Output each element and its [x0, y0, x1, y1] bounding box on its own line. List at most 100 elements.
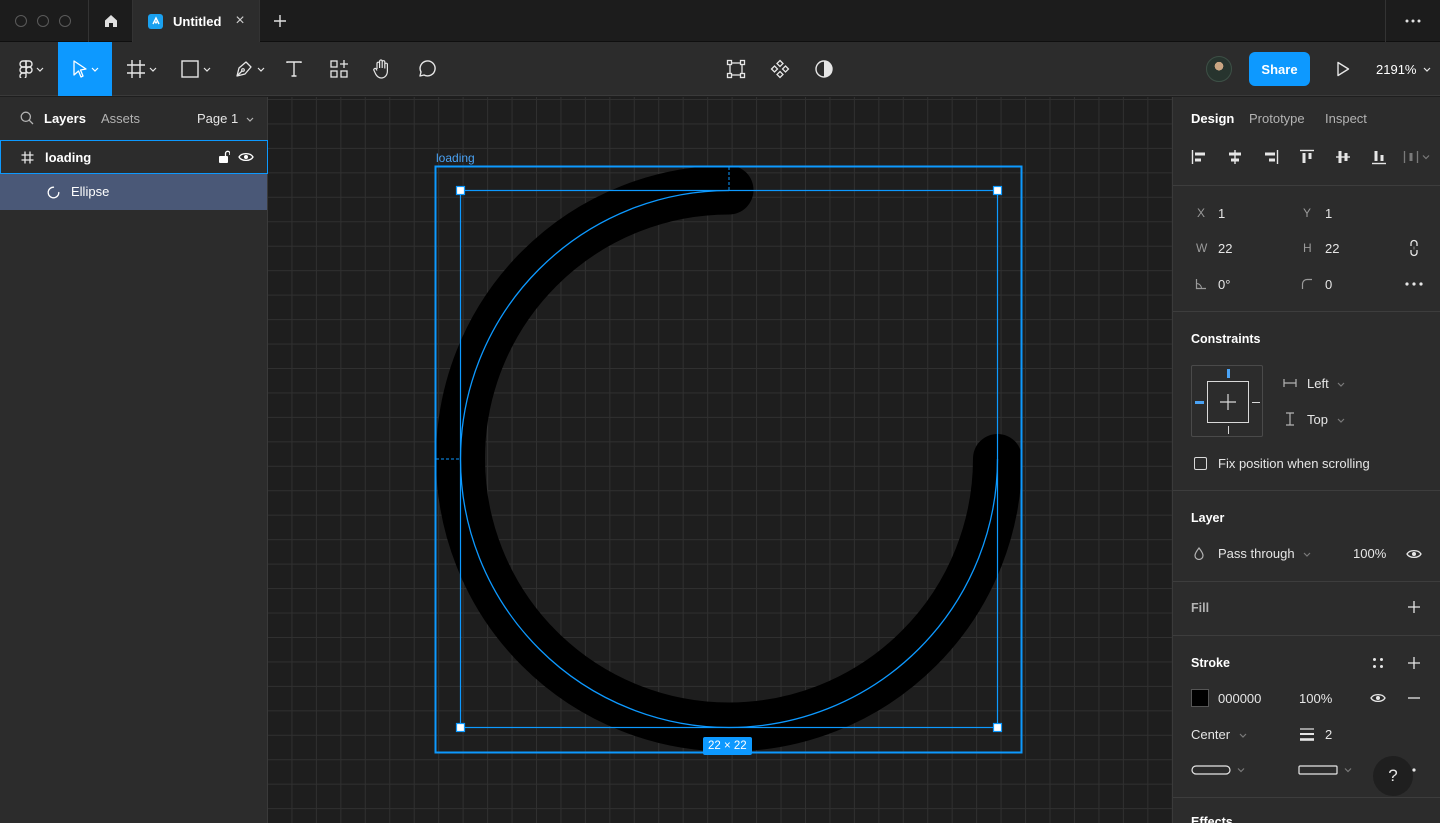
- x-input[interactable]: 1: [1218, 206, 1225, 221]
- home-tab[interactable]: [88, 0, 133, 42]
- eye-icon[interactable]: [238, 151, 254, 163]
- figma-logo-icon: [18, 60, 33, 78]
- figma-file-icon: [148, 13, 163, 29]
- user-avatar[interactable]: [1206, 56, 1232, 82]
- text-tool-button[interactable]: [276, 42, 312, 96]
- constraint-top-active[interactable]: [1227, 369, 1230, 378]
- mask-button[interactable]: [806, 42, 842, 96]
- main-menu-button[interactable]: [8, 42, 54, 96]
- move-tool-button[interactable]: [58, 42, 112, 96]
- height-input[interactable]: 22: [1325, 241, 1339, 256]
- effects-section-title: Effects: [1191, 815, 1233, 823]
- tab-design[interactable]: Design: [1191, 111, 1234, 126]
- edit-object-button[interactable]: [718, 42, 754, 96]
- canvas[interactable]: loading 22 × 22: [268, 97, 1172, 823]
- unlock-icon[interactable]: [218, 150, 230, 164]
- resources-tool-button[interactable]: [321, 42, 357, 96]
- add-fill-icon[interactable]: [1408, 601, 1420, 613]
- add-stroke-icon[interactable]: [1408, 657, 1420, 669]
- create-component-button[interactable]: [762, 42, 798, 96]
- chevron-down-icon: [1337, 418, 1345, 423]
- tab-layers[interactable]: Layers: [44, 111, 86, 126]
- eye-icon[interactable]: [1406, 548, 1422, 560]
- frame-tool-button[interactable]: [118, 42, 164, 96]
- stroke-align-select[interactable]: Center: [1191, 727, 1247, 742]
- stroke-color-swatch[interactable]: [1191, 689, 1209, 707]
- zoom-window-button[interactable]: [59, 15, 71, 27]
- align-horizontal-center-icon[interactable]: [1227, 149, 1243, 165]
- remove-stroke-icon[interactable]: [1408, 697, 1420, 699]
- new-tab-button[interactable]: [262, 0, 298, 42]
- minimize-window-button[interactable]: [37, 15, 49, 27]
- tab-inspect[interactable]: Inspect: [1325, 111, 1367, 126]
- more-options-button[interactable]: [1385, 0, 1440, 42]
- resize-handle-tl: [455, 185, 466, 196]
- align-bottom-icon[interactable]: [1371, 149, 1387, 165]
- stroke-opacity-input[interactable]: 100%: [1299, 691, 1332, 706]
- style-grid-icon[interactable]: [1372, 657, 1384, 669]
- pen-tool-button[interactable]: [226, 42, 272, 96]
- more-options-icon[interactable]: [1405, 282, 1423, 286]
- text-icon: [286, 61, 302, 77]
- align-right-icon[interactable]: [1263, 149, 1279, 165]
- stroke-weight-input[interactable]: 2: [1325, 727, 1332, 742]
- hand-icon: [373, 59, 388, 79]
- page-name: Page 1: [197, 111, 239, 126]
- crosshair-icon: [1220, 394, 1236, 410]
- zoom-level: 2191%: [1376, 61, 1417, 77]
- close-tab-icon[interactable]: ×: [235, 12, 244, 30]
- constraint-right[interactable]: [1252, 401, 1260, 403]
- constraint-left-active[interactable]: [1195, 400, 1204, 404]
- dimensions-badge: 22 × 22: [703, 737, 752, 755]
- vertical-constraint-value: Top: [1307, 412, 1328, 427]
- shape-tool-button[interactable]: [172, 42, 218, 96]
- tab-assets[interactable]: Assets: [101, 111, 140, 126]
- stroke-start-cap-select[interactable]: [1191, 764, 1247, 776]
- y-label: Y: [1303, 206, 1312, 220]
- blend-mode-icon: [1194, 547, 1204, 560]
- layer-row-loading[interactable]: loading: [0, 140, 268, 174]
- comment-tool-button[interactable]: [409, 42, 445, 96]
- help-button[interactable]: ?: [1373, 756, 1413, 796]
- hand-tool-button[interactable]: [364, 42, 400, 96]
- page-selector[interactable]: Page 1: [197, 111, 254, 126]
- properties-panel: Design Prototype Inspect X 1 Y 1 W 22 H …: [1172, 97, 1440, 823]
- rotation-input[interactable]: 0°: [1218, 277, 1230, 292]
- close-window-button[interactable]: [15, 15, 27, 27]
- zoom-dropdown[interactable]: 2191%: [1376, 42, 1431, 96]
- ellipse-arc-icon: [47, 186, 60, 199]
- align-top-icon[interactable]: [1299, 149, 1315, 165]
- fix-position-checkbox[interactable]: [1194, 457, 1207, 470]
- y-input[interactable]: 1: [1325, 206, 1332, 221]
- constrain-proportions-icon[interactable]: [1408, 239, 1420, 257]
- corner-radius-input[interactable]: 0: [1325, 277, 1332, 292]
- file-tab-title: Untitled: [173, 13, 222, 29]
- divider: [1173, 185, 1440, 186]
- horizontal-constraint-select[interactable]: Left: [1307, 376, 1345, 391]
- constraints-widget[interactable]: [1191, 365, 1263, 437]
- resize-handle-bl: [455, 722, 466, 733]
- share-button[interactable]: Share: [1249, 52, 1310, 86]
- constraint-bottom[interactable]: [1227, 426, 1229, 434]
- align-vertical-center-icon[interactable]: [1335, 149, 1351, 165]
- fix-position-label: Fix position when scrolling: [1218, 456, 1370, 471]
- chevron-down-icon: [91, 67, 98, 72]
- layer-row-ellipse[interactable]: Ellipse: [0, 174, 267, 210]
- divider: [1173, 490, 1440, 491]
- distribute-icon[interactable]: [1403, 149, 1431, 165]
- present-button[interactable]: [1326, 42, 1360, 96]
- eye-icon[interactable]: [1370, 692, 1386, 704]
- horizontal-constraint-value: Left: [1307, 376, 1329, 391]
- layers-panel: Layers Assets Page 1 loading Ellipse: [0, 97, 268, 823]
- layer-opacity-input[interactable]: 100%: [1353, 546, 1386, 561]
- stroke-end-cap-select[interactable]: [1298, 764, 1354, 776]
- stroke-hex-input[interactable]: 000000: [1218, 691, 1261, 706]
- width-input[interactable]: 22: [1218, 241, 1232, 256]
- blend-mode-select[interactable]: Pass through: [1218, 546, 1311, 561]
- vertical-constraint-select[interactable]: Top: [1307, 412, 1345, 427]
- align-left-icon[interactable]: [1191, 149, 1207, 165]
- tab-prototype[interactable]: Prototype: [1249, 111, 1305, 126]
- file-tab[interactable]: Untitled ×: [133, 0, 260, 42]
- search-icon[interactable]: [20, 111, 34, 125]
- stroke-section-title: Stroke: [1191, 656, 1230, 670]
